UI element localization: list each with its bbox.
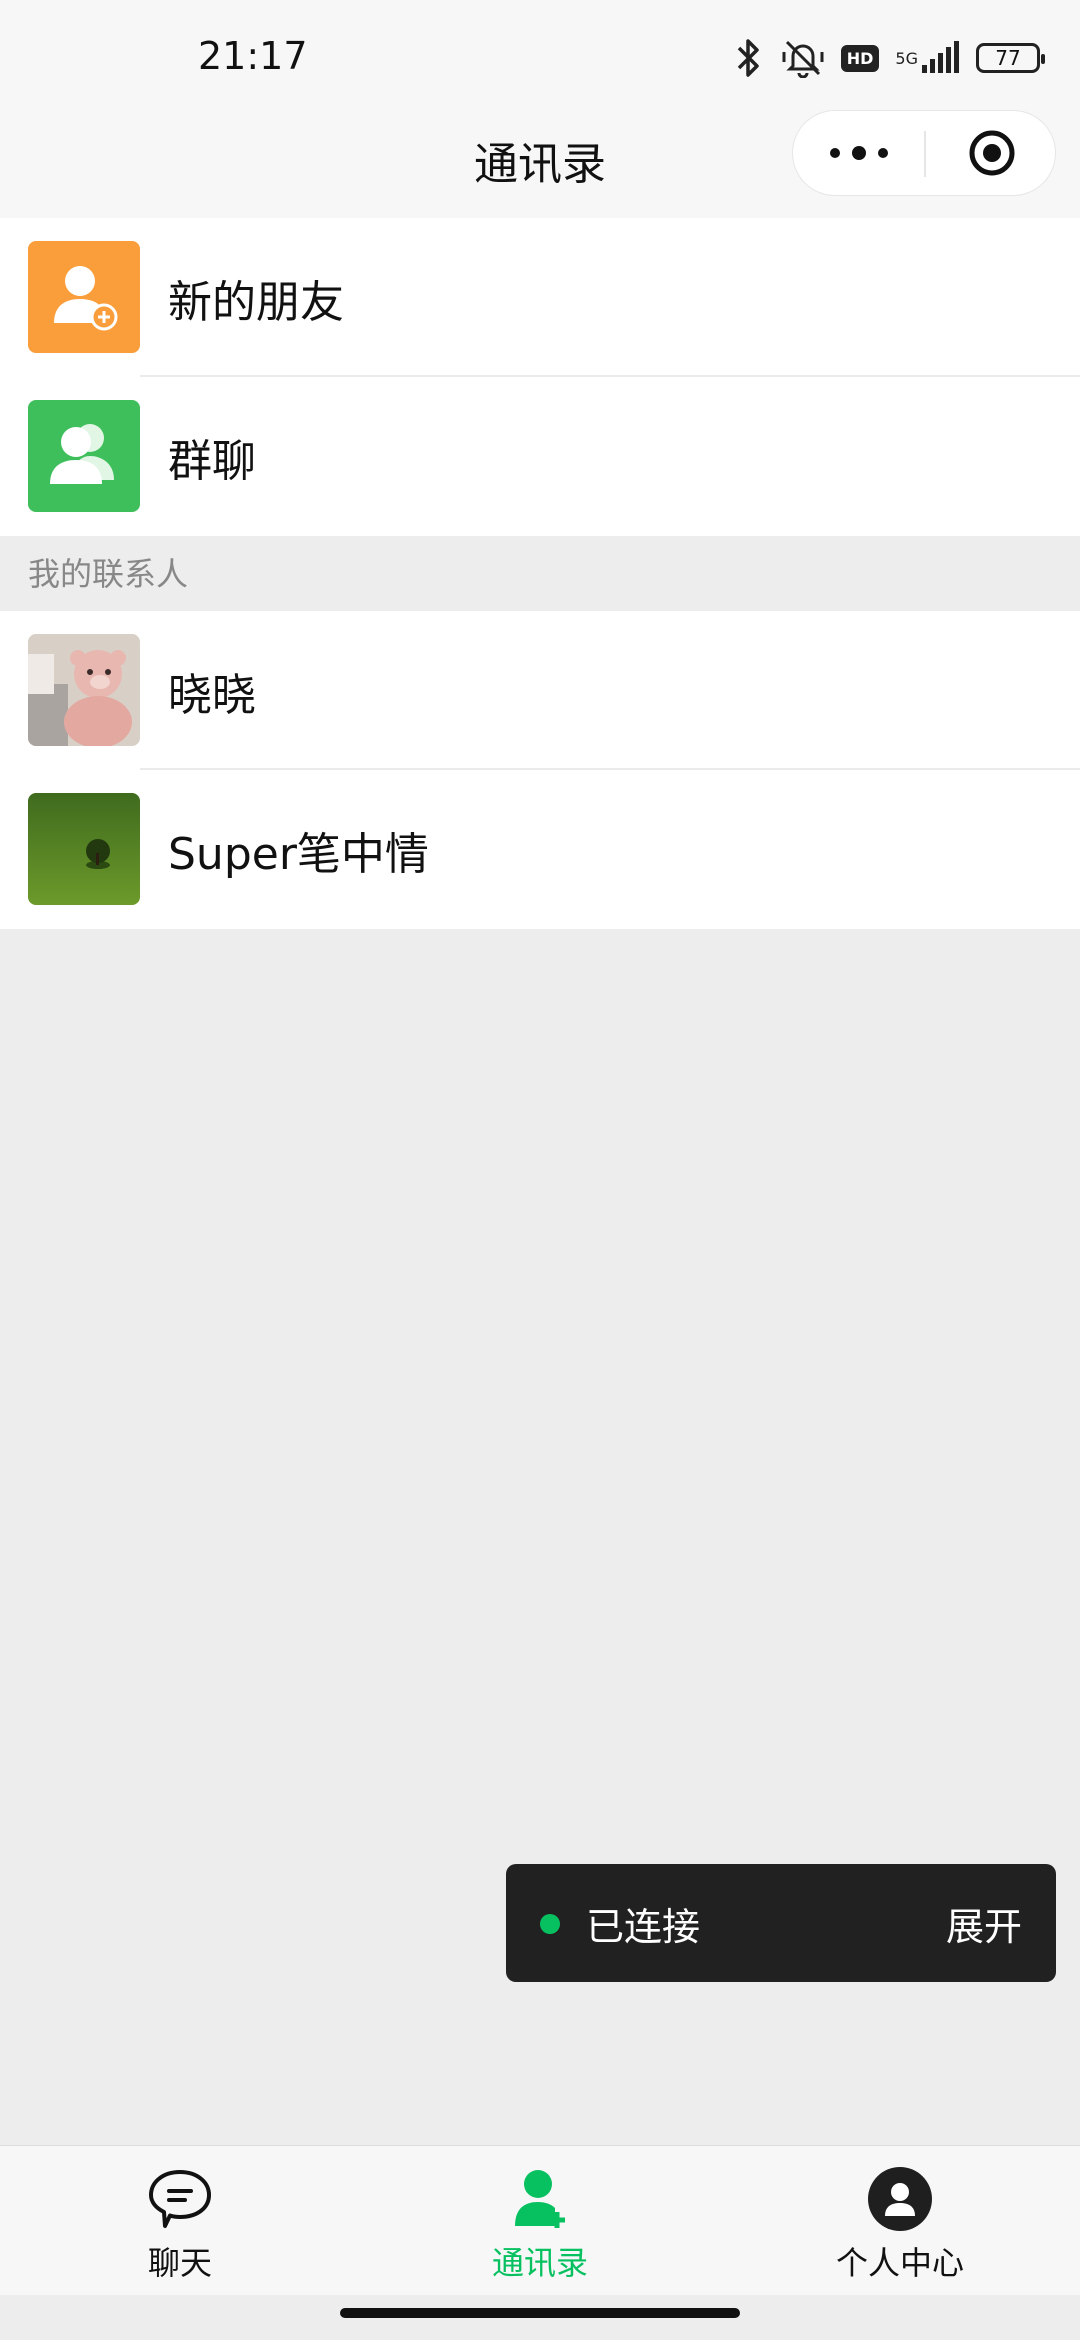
status-icons: HD 5G 77 bbox=[731, 36, 1045, 80]
contact-avatar bbox=[28, 793, 140, 905]
list-item-label: 新的朋友 bbox=[168, 276, 344, 328]
battery-icon: 77 bbox=[976, 43, 1045, 73]
group-chat-icon bbox=[28, 400, 140, 512]
target-close-icon bbox=[969, 130, 1014, 176]
signal-icon: 5G bbox=[895, 41, 960, 75]
contact-avatar bbox=[28, 634, 140, 746]
more-options-button[interactable] bbox=[793, 111, 924, 195]
home-indicator[interactable] bbox=[340, 2308, 740, 2318]
status-time: 21:17 bbox=[198, 34, 308, 78]
list-item-group-chat[interactable]: 群聊 bbox=[0, 377, 1080, 536]
header: 通讯录 bbox=[0, 110, 1080, 218]
bluetooth-icon bbox=[731, 38, 765, 78]
contact-list: 晓晓 Super笔中情 bbox=[0, 611, 1080, 929]
tab-label: 通讯录 bbox=[491, 2244, 588, 2282]
expand-button[interactable]: 展开 bbox=[946, 1864, 1022, 1982]
contact-name: 晓晓 bbox=[168, 669, 256, 721]
contacts-icon bbox=[515, 2170, 565, 2228]
function-list: 新的朋友 群聊 bbox=[0, 218, 1080, 536]
tab-bar: 聊天 通讯录 个人中心 bbox=[0, 2145, 1080, 2296]
status-bar: 21:17 HD 5G 77 bbox=[0, 0, 1080, 110]
mini-program-capsule bbox=[792, 110, 1056, 196]
tab-label: 个人中心 bbox=[835, 2244, 964, 2282]
list-item-new-friends[interactable]: 新的朋友 bbox=[0, 218, 1080, 377]
chat-bubble-icon bbox=[149, 2170, 211, 2228]
more-dots-icon bbox=[824, 146, 894, 160]
vibrate-mute-icon bbox=[781, 38, 825, 78]
tab-profile[interactable]: 个人中心 bbox=[780, 2146, 1020, 2296]
section-title: 我的联系人 bbox=[0, 537, 1080, 611]
connection-status-toast[interactable]: 已连接 展开 bbox=[506, 1864, 1056, 1982]
hd-badge: HD bbox=[840, 44, 880, 72]
connected-indicator-icon bbox=[540, 1914, 560, 1934]
contact-name: Super笔中情 bbox=[168, 828, 429, 880]
contact-item[interactable]: Super笔中情 bbox=[0, 770, 1080, 929]
contact-item[interactable]: 晓晓 bbox=[0, 611, 1080, 770]
tab-chat[interactable]: 聊天 bbox=[60, 2146, 300, 2296]
add-friend-icon bbox=[28, 241, 140, 353]
list-item-label: 群聊 bbox=[168, 435, 256, 487]
tab-contacts[interactable]: 通讯录 bbox=[420, 2146, 660, 2296]
close-mini-program-button[interactable] bbox=[926, 111, 1057, 195]
connection-status-text: 已连接 bbox=[586, 1904, 701, 1949]
profile-icon bbox=[868, 2167, 932, 2231]
tab-label: 聊天 bbox=[147, 2244, 212, 2282]
network-label: 5G bbox=[895, 48, 918, 68]
